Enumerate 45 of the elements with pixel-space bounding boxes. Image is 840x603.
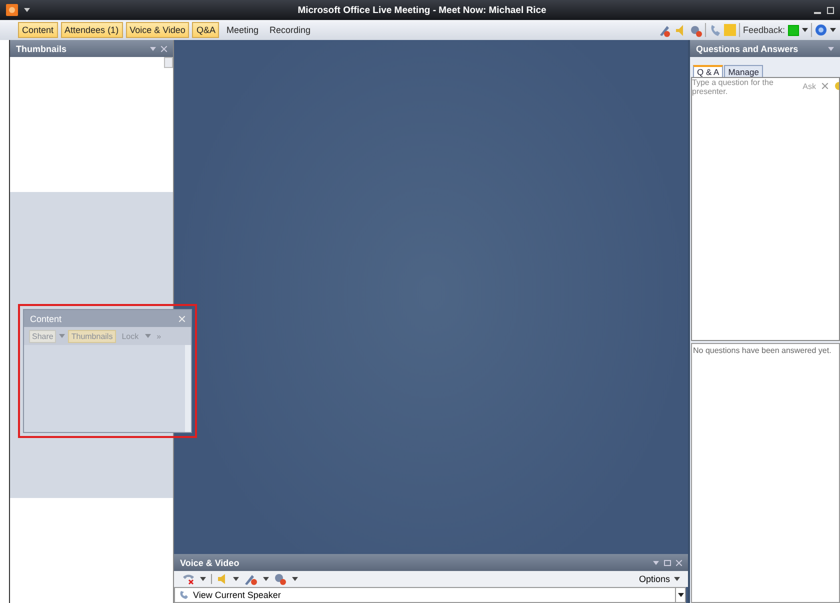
caret-icon[interactable] [830,28,836,32]
question-placeholder: Type a question for the presenter. [692,78,774,96]
pen-icon[interactable] [658,24,671,36]
pane-tab[interactable]: Voice & Video [126,22,190,38]
phone-icon [179,590,189,600]
caret-icon[interactable] [678,593,684,597]
speaker-icon[interactable] [217,573,228,585]
caret-icon[interactable] [674,577,680,581]
menu-caret-icon[interactable] [24,8,30,12]
hang-up-icon[interactable] [182,573,195,585]
feedback-label: Feedback: [742,25,785,35]
caret-icon[interactable] [292,577,298,581]
close-icon[interactable] [161,46,167,52]
panel-title: Voice & Video [180,558,240,568]
app-logo-icon[interactable] [6,4,18,16]
options-button[interactable]: Options [638,574,680,584]
panel-title: Questions and Answers [696,44,800,54]
caret-icon[interactable] [200,577,206,581]
microphone-icon[interactable] [244,573,258,585]
webcam-icon[interactable] [688,24,702,36]
close-icon[interactable] [676,560,682,566]
window-title: Microsoft Office Live Meeting - Meet Now: Michael Rice [296,4,548,16]
answers-list: No questions have been answered yet. [691,343,840,603]
help-icon[interactable] [815,24,827,36]
maximize-icon[interactable] [827,6,834,14]
pane-tab[interactable]: Attendees (1) [60,22,123,38]
pane-tab[interactable]: Q&A [192,22,220,38]
caret-icon[interactable] [802,28,808,32]
panel-title: Thumbnails [16,44,68,54]
caret-icon[interactable] [263,577,269,581]
menu-item[interactable]: Recording [266,22,315,38]
tab[interactable]: Manage [724,65,763,77]
speaker-icon[interactable] [674,24,686,36]
tab[interactable]: Q & A [693,65,724,77]
webcam-icon[interactable] [274,573,287,585]
window-title: Content [30,314,63,324]
question-field[interactable]: Type a question for the presenter. Ask [691,77,840,341]
caret-icon[interactable] [233,577,239,581]
clear-icon[interactable] [822,83,828,89]
scroll-up-button[interactable] [164,57,173,68]
pane-tab[interactable]: Content [18,22,58,38]
phone-icon[interactable] [708,24,721,36]
emoticon-icon[interactable] [834,82,839,90]
menu-item[interactable]: Meeting [222,22,262,38]
speaker-dropdown[interactable]: View Current Speaker [174,587,686,603]
